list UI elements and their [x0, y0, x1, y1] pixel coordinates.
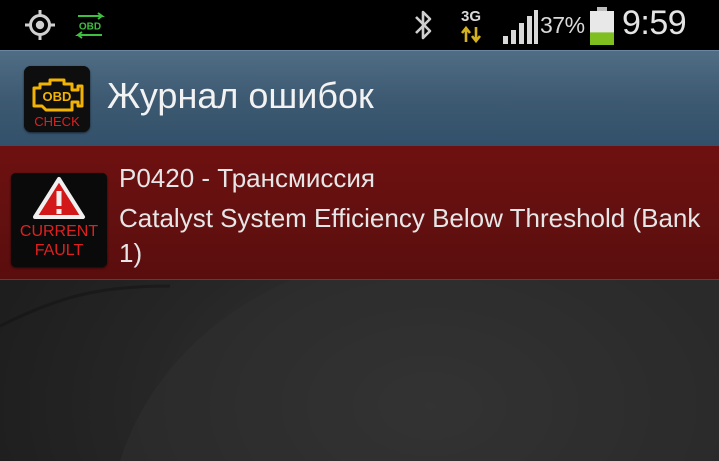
- network-3g-icon: 3G: [460, 8, 482, 44]
- network-type-label: 3G: [461, 8, 481, 25]
- battery-percent: 37%: [540, 12, 585, 38]
- fault-code: P0420 - Трансмиссия: [119, 163, 375, 193]
- obd-notification-label: OBD: [79, 22, 101, 33]
- battery-icon: [590, 7, 614, 45]
- app-icon-text-bottom: CHECK: [34, 114, 80, 129]
- check-engine-icon: OBD CHECK: [24, 66, 90, 132]
- action-bar: OBD CHECK Журнал ошибок: [0, 50, 719, 146]
- app-icon[interactable]: OBD CHECK: [24, 66, 90, 132]
- fault-icon-text-line2: FAULT: [35, 242, 84, 259]
- fault-list-item[interactable]: CURRENT FAULT P0420 - Трансмиссия Cataly…: [0, 146, 719, 280]
- status-bar: OBD 3G 37% 9:59: [0, 0, 719, 50]
- fault-icon-text-line1: CURRENT: [20, 223, 98, 240]
- fault-description: Catalyst System Efficiency Below Thresho…: [119, 203, 701, 268]
- signal-icon: [503, 10, 538, 44]
- obd-notification-icon: OBD: [75, 12, 105, 39]
- page-title: Журнал ошибок: [107, 75, 374, 116]
- bluetooth-icon: [415, 10, 432, 40]
- gps-icon: [25, 10, 55, 40]
- current-fault-icon: CURRENT FAULT: [11, 173, 107, 267]
- clock: 9:59: [622, 4, 687, 42]
- battery-fill: [590, 32, 614, 45]
- app-icon-text-top: OBD: [43, 89, 72, 104]
